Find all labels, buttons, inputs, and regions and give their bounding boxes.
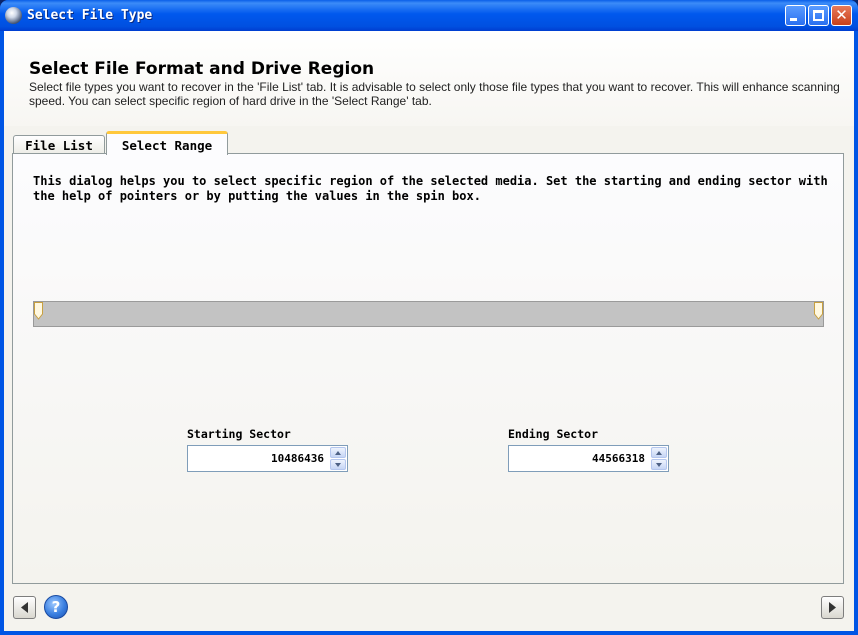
ending-sector-spin-buttons: [651, 447, 667, 470]
dialog-body: Select File Format and Drive Region Sele…: [4, 31, 854, 631]
ending-sector-increment-button[interactable]: [651, 447, 667, 458]
page-title: Select File Format and Drive Region: [29, 59, 375, 79]
ending-sector-decrement-button[interactable]: [651, 459, 667, 470]
maximize-button[interactable]: [808, 5, 829, 26]
app-icon: [5, 7, 22, 24]
range-instructions: This dialog helps you to select specific…: [33, 174, 828, 203]
back-button[interactable]: [13, 596, 36, 619]
page-description: Select file types you want to recover in…: [29, 80, 840, 108]
down-arrow-icon: [335, 463, 341, 467]
starting-sector-spinbox[interactable]: 10486436: [187, 445, 348, 472]
close-button[interactable]: ✕: [831, 5, 852, 26]
start-pointer-handle[interactable]: [34, 302, 43, 320]
ending-sector-value[interactable]: 44566318: [509, 446, 645, 471]
up-arrow-icon: [335, 451, 341, 455]
minimize-button[interactable]: [785, 5, 806, 26]
starting-sector-decrement-button[interactable]: [330, 459, 346, 470]
ending-sector-label: Ending Sector: [508, 427, 599, 441]
help-icon: ?: [51, 598, 61, 616]
next-button[interactable]: [821, 596, 844, 619]
starting-sector-label: Starting Sector: [187, 427, 291, 441]
end-pointer-handle[interactable]: [814, 302, 823, 320]
window-title: Select File Type: [27, 8, 153, 23]
starting-sector-spin-buttons: [330, 447, 346, 470]
right-arrow-icon: [829, 602, 836, 613]
close-icon: ✕: [835, 6, 848, 24]
tab-file-list[interactable]: File List: [13, 135, 105, 155]
maximize-icon: [813, 10, 824, 21]
up-arrow-icon: [656, 451, 662, 455]
app-window: Select File Type ✕ Select File Format an…: [0, 0, 858, 635]
tab-select-range[interactable]: Select Range: [106, 131, 228, 155]
sector-range-slider[interactable]: [33, 301, 824, 327]
left-arrow-icon: [21, 602, 28, 613]
help-button[interactable]: ?: [44, 595, 68, 619]
dialog-header: Select File Format and Drive Region Sele…: [4, 31, 854, 126]
starting-sector-increment-button[interactable]: [330, 447, 346, 458]
starting-sector-value[interactable]: 10486436: [188, 446, 324, 471]
title-bar[interactable]: Select File Type ✕: [0, 0, 858, 31]
ending-sector-spinbox[interactable]: 44566318: [508, 445, 669, 472]
down-arrow-icon: [656, 463, 662, 467]
select-range-panel: This dialog helps you to select specific…: [12, 153, 844, 584]
minimize-icon: [790, 18, 797, 21]
